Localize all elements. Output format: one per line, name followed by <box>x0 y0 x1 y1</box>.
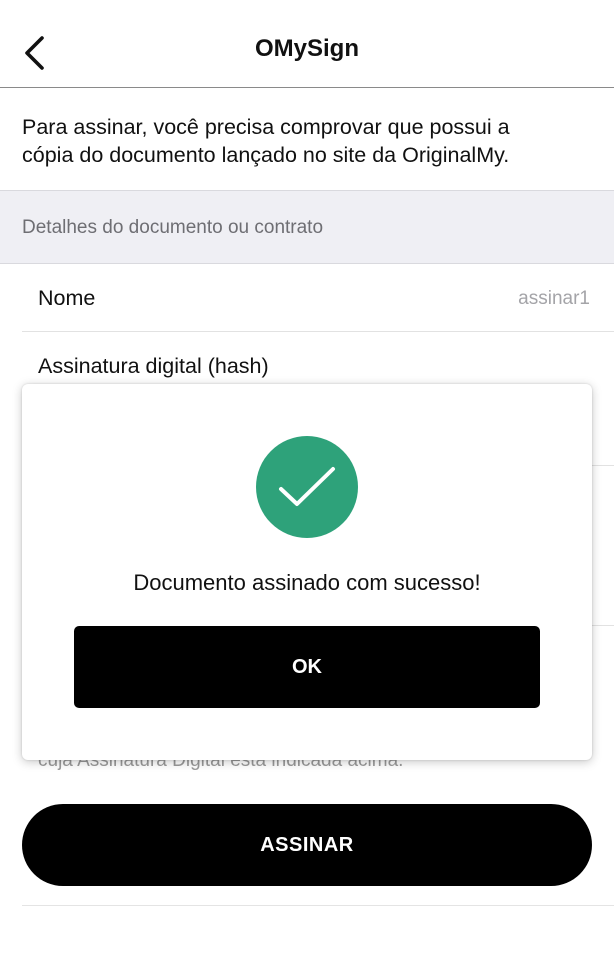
check-circle-icon <box>256 436 358 538</box>
screen: OMySign Para assinar, você precisa compr… <box>0 0 614 954</box>
hash-label: Assinatura digital (hash) <box>38 354 269 378</box>
checkmark-icon <box>279 467 335 506</box>
section-header: Detalhes do documento ou contrato <box>0 190 614 264</box>
success-message: Documento assinado com sucesso! <box>133 570 481 595</box>
intro-line-2: cópia do documento lançado no site da Or… <box>22 143 510 167</box>
section-title: Detalhes do documento ou contrato <box>22 217 324 238</box>
name-label: Nome <box>38 286 96 310</box>
success-dialog: Documento assinado com sucesso! OK <box>22 384 592 760</box>
divider <box>22 905 614 906</box>
nav-header: OMySign <box>0 0 614 88</box>
intro-line-1: Para assinar, você precisa comprovar que… <box>22 115 510 139</box>
name-row: Nome assinar1 <box>22 264 614 332</box>
sign-button[interactable]: ASSINAR <box>22 804 592 886</box>
page-title: OMySign <box>254 35 359 62</box>
name-value: assinar1 <box>518 288 590 309</box>
intro-text: Para assinar, você precisa comprovar que… <box>22 113 602 169</box>
ok-button[interactable]: OK <box>74 626 540 708</box>
